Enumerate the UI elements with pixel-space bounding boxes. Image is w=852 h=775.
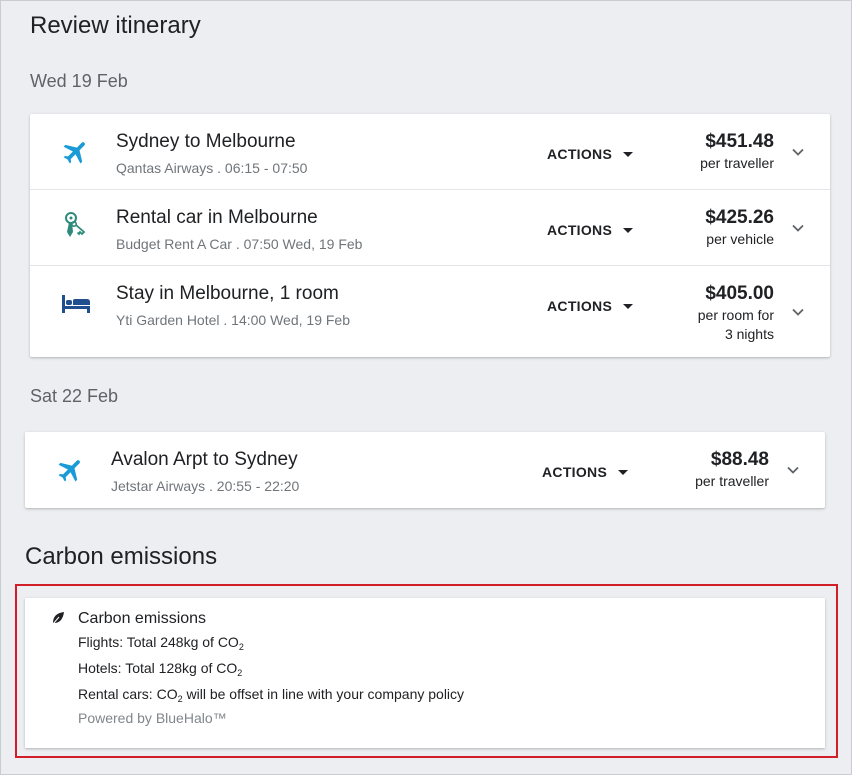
itinerary-row-car[interactable]: Rental car in Melbourne Budget Rent A Ca… [30, 190, 830, 266]
date-heading: Wed 19 Feb [30, 71, 128, 91]
row-subtitle: Yti Garden Hotel . 14:00 Wed, 19 Feb [116, 312, 350, 328]
actions-label: ACTIONS [547, 298, 613, 314]
itinerary-row-hotel[interactable]: Stay in Melbourne, 1 room Yti Garden Hot… [30, 266, 830, 357]
flights-emissions: Flights: Total 248kg of CO2 [78, 634, 244, 652]
car-keys-icon [60, 210, 92, 242]
actions-label: ACTIONS [547, 222, 613, 238]
itinerary-row-flight[interactable]: Avalon Arpt to Sydney Jetstar Airways . … [25, 432, 825, 508]
carbon-title: Carbon emissions [78, 610, 207, 627]
row-title: Stay in Melbourne, 1 room [116, 283, 339, 304]
row-subtitle: Budget Rent A Car . 07:50 Wed, 19 Feb [116, 236, 363, 252]
plane-icon [60, 136, 92, 168]
price-note: per vehicle [706, 231, 774, 247]
caret-down-icon [623, 152, 633, 157]
caret-down-icon [623, 304, 633, 309]
price-block: $451.48 per traveller [700, 131, 774, 173]
price-note: per room for [697, 307, 774, 323]
itinerary-row-flight[interactable]: Sydney to Melbourne Qantas Airways . 06:… [30, 114, 830, 190]
price-note: per traveller [700, 155, 774, 171]
row-title: Sydney to Melbourne [116, 131, 296, 152]
date-heading: Sat 22 Feb [30, 386, 119, 406]
price: $88.48 [710, 449, 769, 470]
chevron-down-icon[interactable] [790, 220, 806, 236]
price-block: $425.26 per vehicle [705, 207, 774, 249]
carbon-emissions-card: Carbon emissions Flights: Total 248kg of… [25, 598, 825, 748]
price: $451.48 [705, 131, 774, 152]
row-title: Rental car in Melbourne [116, 207, 318, 228]
price-note: 3 nights [724, 326, 774, 342]
chevron-down-icon[interactable] [790, 304, 806, 320]
caret-down-icon [623, 228, 633, 233]
chevron-down-icon[interactable] [785, 462, 801, 478]
itinerary-card: Sydney to Melbourne Qantas Airways . 06:… [30, 114, 830, 357]
price: $425.26 [705, 207, 774, 228]
chevron-down-icon[interactable] [790, 144, 806, 160]
rental-emissions: Rental cars: CO2 will be offset in line … [78, 686, 465, 704]
price-note: per traveller [695, 473, 769, 489]
leaf-icon [52, 612, 64, 625]
row-subtitle: Qantas Airways . 06:15 - 07:50 [116, 160, 308, 176]
powered-by: Powered by BlueHalo™ [78, 710, 227, 726]
plane-icon [55, 454, 87, 486]
actions-dropdown[interactable]: ACTIONS [542, 464, 628, 480]
itinerary-card: Avalon Arpt to Sydney Jetstar Airways . … [25, 432, 825, 508]
bed-icon [60, 288, 92, 320]
hotels-emissions: Hotels: Total 128kg of CO2 [78, 660, 243, 678]
row-subtitle: Jetstar Airways . 20:55 - 22:20 [111, 478, 300, 494]
price: $405.00 [705, 283, 774, 304]
actions-dropdown[interactable]: ACTIONS [547, 298, 633, 314]
section-title: Carbon emissions [25, 543, 218, 570]
page-title: Review itinerary [30, 12, 201, 39]
price-block: $88.48 per traveller [695, 449, 769, 491]
actions-dropdown[interactable]: ACTIONS [547, 146, 633, 162]
actions-dropdown[interactable]: ACTIONS [547, 222, 633, 238]
actions-label: ACTIONS [547, 146, 613, 162]
price-block: $405.00 per room for 3 nights [698, 283, 774, 344]
row-title: Avalon Arpt to Sydney [111, 449, 298, 470]
caret-down-icon [618, 470, 628, 475]
actions-label: ACTIONS [542, 464, 608, 480]
